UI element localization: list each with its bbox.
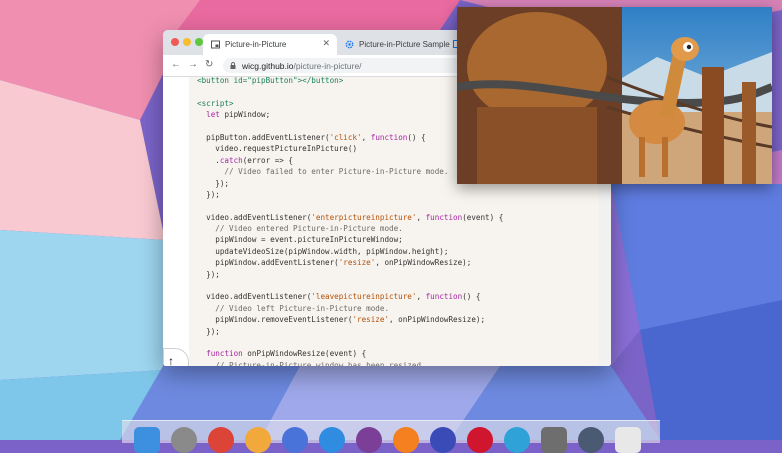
code-token: }); [197, 326, 220, 336]
forward-arrow-icon[interactable]: → [188, 58, 198, 72]
finder-icon[interactable] [134, 427, 160, 453]
firefox-icon[interactable] [393, 427, 419, 453]
gear-favicon-icon [345, 40, 354, 49]
code-token: pipWindow.addEventListener( [197, 258, 339, 268]
code-token: (event) { [462, 212, 504, 222]
code-token: <button id="pipButton"></button> [197, 76, 344, 85]
code-token: . [197, 155, 220, 165]
url-path: /picture-in-picture/ [293, 60, 362, 71]
minimize-window-button[interactable] [183, 38, 191, 46]
code-line: // Video left Picture-in-Picture mode. [197, 303, 597, 314]
code-token: pipButton.addEventListener( [197, 132, 330, 142]
code-token: () { [462, 292, 481, 302]
code-token: function [425, 292, 463, 302]
code-token: video.addEventListener( [197, 212, 312, 222]
code-token: , onPipWindowResize); [375, 258, 472, 268]
code-token: }); [197, 269, 220, 279]
code-token: // Video failed to enter Picture-in-Pict… [197, 167, 449, 177]
code-line: pipWindow.removeEventListener('resize', … [197, 314, 597, 325]
chrome-icon[interactable] [208, 427, 234, 453]
code-token: video.addEventListener( [197, 292, 312, 302]
code-line: video.addEventListener('enterpictureinpi… [197, 212, 597, 223]
pip-favicon-icon [211, 40, 220, 49]
code-line: pipWindow.addEventListener('resize', onP… [197, 257, 597, 268]
code-token: 'enterpictureinpicture' [311, 212, 417, 222]
code-token: onPipWindowResize(event) { [242, 349, 367, 359]
tab-close-icon[interactable]: ✕ [322, 38, 330, 49]
code-token: }); [197, 189, 220, 199]
maximize-window-button[interactable] [195, 38, 203, 46]
code-line: video.addEventListener('leavepictureinpi… [197, 291, 597, 302]
code-line: function onPipWindowResize(event) { [197, 348, 597, 359]
code-token: // Video left Picture-in-Picture mode. [197, 303, 390, 313]
code-token: function [370, 132, 408, 142]
chromium-icon[interactable] [282, 427, 308, 453]
video-frame [457, 7, 772, 184]
code-token: 'resize' [338, 258, 376, 268]
code-token: // Video entered Picture-in-Picture mode… [197, 224, 403, 234]
code-token: 'resize' [352, 315, 390, 325]
back-arrow-icon[interactable]: ← [171, 58, 181, 72]
tor-icon[interactable] [356, 427, 382, 453]
launchpad-icon[interactable] [171, 427, 197, 453]
safari-icon[interactable] [319, 427, 345, 453]
code-token: , onPipWindowResize); [389, 315, 486, 325]
code-token: () { [407, 132, 426, 142]
code-token: 'click' [329, 132, 362, 142]
code-token: <script> [197, 98, 234, 108]
tab-title: Picture-in-Picture [225, 40, 287, 49]
tab-picture-in-picture[interactable]: Picture-in-Picture ✕ [203, 34, 337, 55]
code-token: , [361, 132, 371, 142]
code-token: function [425, 212, 463, 222]
code-token: function [206, 349, 243, 359]
picture-in-picture-window[interactable] [457, 7, 772, 184]
code-line: }); [197, 189, 597, 200]
opera-icon[interactable] [467, 427, 493, 453]
code-line: }); [197, 326, 597, 337]
code-token: }); [197, 178, 230, 188]
code-token: // Picture-in-Picture window has been re… [197, 360, 426, 366]
chrome-canary-icon[interactable] [245, 427, 271, 453]
code-token: let [206, 110, 220, 120]
code-token: , [416, 212, 426, 222]
lock-icon [230, 62, 236, 69]
code-token: updateVideoSize(pipWindow.width, pipWind… [197, 246, 449, 256]
trash-icon[interactable] [615, 427, 641, 453]
firefox-nightly-icon[interactable] [430, 427, 456, 453]
app-icon[interactable] [578, 427, 604, 453]
code-line: // Picture-in-Picture window has been re… [197, 360, 597, 366]
code-line: updateVideoSize(pipWindow.width, pipWind… [197, 246, 597, 257]
edge-icon[interactable] [504, 427, 530, 453]
code-line: }); [197, 269, 597, 280]
code-token: catch [219, 155, 243, 165]
tab-picture-in-picture-sample[interactable]: Picture-in-Picture Sample [337, 34, 467, 55]
code-token: pipWindow = event.pictureInPictureWindow… [197, 235, 403, 245]
code-token: pipWindow.removeEventListener( [197, 315, 353, 325]
arrow-up-icon[interactable]: ↑ [168, 355, 174, 366]
system-preferences-icon[interactable] [541, 427, 567, 453]
code-line: // Video entered Picture-in-Picture mode… [197, 223, 597, 234]
code-token: pipWindow; [219, 110, 271, 120]
tab-title: Picture-in-Picture Sample [359, 40, 450, 49]
url-host: wicg.github.io [242, 60, 294, 71]
reload-icon[interactable]: ↻ [205, 58, 213, 72]
close-window-button[interactable] [171, 38, 179, 46]
code-token: , [416, 292, 426, 302]
code-token: (error => { [242, 155, 294, 165]
page-gutter [163, 77, 189, 366]
code-line: pipWindow = event.pictureInPictureWindow… [197, 234, 597, 245]
code-token: video.requestPictureInPicture() [197, 144, 358, 154]
code-token: 'leavepictureinpicture' [311, 292, 417, 302]
